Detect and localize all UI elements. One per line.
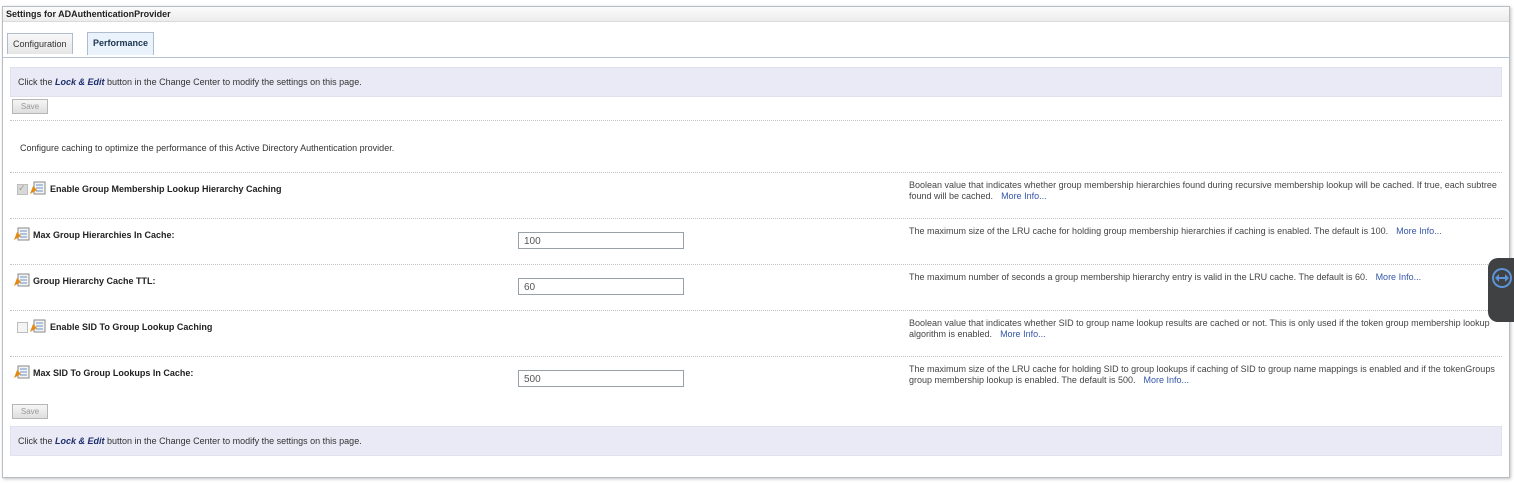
- divider: [10, 356, 1502, 357]
- field-description: Boolean value that indicates whether SID…: [909, 318, 1490, 339]
- save-button-top[interactable]: Save: [12, 99, 48, 114]
- field-label: Enable SID To Group Lookup Caching: [50, 322, 213, 332]
- row-max-group-hierarchies: Max Group Hierarchies In Cache: 100 The …: [10, 220, 1502, 264]
- max-sid-to-group-lookups-input[interactable]: 500: [518, 370, 684, 387]
- field-label: Max Group Hierarchies In Cache:: [33, 230, 175, 240]
- config-policy-icon: [14, 273, 30, 287]
- divider: [10, 310, 1502, 311]
- enable-sid-to-group-caching-checkbox[interactable]: [17, 322, 28, 333]
- divider: [10, 218, 1502, 219]
- config-policy-icon: [14, 227, 30, 241]
- field-description: The maximum size of the LRU cache for ho…: [909, 364, 1495, 385]
- row-group-hierarchy-cache-ttl: Group Hierarchy Cache TTL: 60 The maximu…: [10, 266, 1502, 310]
- field-description: The maximum size of the LRU cache for ho…: [909, 226, 1442, 236]
- config-policy-icon: [14, 365, 30, 379]
- more-info-link[interactable]: More Info...: [1001, 191, 1047, 201]
- lock-edit-text: Lock & Edit: [55, 77, 105, 87]
- enable-group-hierarchy-caching-checkbox[interactable]: [17, 183, 28, 195]
- panel-title: Settings for ADAuthenticationProvider: [6, 9, 171, 19]
- lock-edit-info-bar-bottom: Click the Lock & Edit button in the Chan…: [10, 426, 1502, 456]
- row-max-sid-to-group-lookups: Max SID To Group Lookups In Cache: 500 T…: [10, 358, 1502, 402]
- config-policy-icon: [30, 319, 46, 333]
- divider: [10, 172, 1502, 173]
- field-label: Group Hierarchy Cache TTL:: [33, 276, 156, 286]
- max-group-hierarchies-input[interactable]: 100: [518, 232, 684, 249]
- tab-configuration[interactable]: Configuration: [7, 33, 73, 54]
- settings-panel: Settings for ADAuthenticationProvider Co…: [2, 6, 1510, 478]
- lock-edit-text: Lock & Edit: [55, 436, 105, 446]
- info-message: Click the Lock & Edit button in the Chan…: [18, 77, 362, 87]
- lock-edit-info-bar-top: Click the Lock & Edit button in the Chan…: [10, 67, 1502, 97]
- more-info-link[interactable]: More Info...: [1143, 375, 1189, 385]
- tab-performance[interactable]: Performance: [87, 32, 155, 55]
- config-policy-icon: [30, 181, 46, 195]
- divider: [10, 264, 1502, 265]
- field-description: The maximum number of seconds a group me…: [909, 272, 1422, 282]
- row-enable-sid-to-group-caching: Enable SID To Group Lookup Caching Boole…: [10, 312, 1502, 356]
- group-hierarchy-cache-ttl-input[interactable]: 60: [518, 278, 684, 295]
- more-info-link[interactable]: More Info...: [1000, 329, 1046, 339]
- field-label: Max SID To Group Lookups In Cache:: [33, 368, 194, 378]
- side-resize-tab[interactable]: [1488, 258, 1514, 322]
- intro-text: Configure caching to optimize the perfor…: [20, 143, 395, 153]
- row-enable-group-hierarchy-caching: Enable Group Membership Lookup Hierarchy…: [10, 174, 1502, 218]
- divider: [10, 120, 1502, 121]
- field-label: Enable Group Membership Lookup Hierarchy…: [50, 184, 282, 194]
- more-info-link[interactable]: More Info...: [1376, 272, 1422, 282]
- field-description: Boolean value that indicates whether gro…: [909, 180, 1497, 201]
- resize-arrows-icon: [1492, 268, 1512, 288]
- save-button-bottom[interactable]: Save: [12, 404, 48, 419]
- tab-bar: Configuration Performance: [3, 22, 1509, 58]
- more-info-link[interactable]: More Info...: [1396, 226, 1442, 236]
- info-message: Click the Lock & Edit button in the Chan…: [18, 436, 362, 446]
- panel-title-bar: Settings for ADAuthenticationProvider: [3, 7, 1509, 22]
